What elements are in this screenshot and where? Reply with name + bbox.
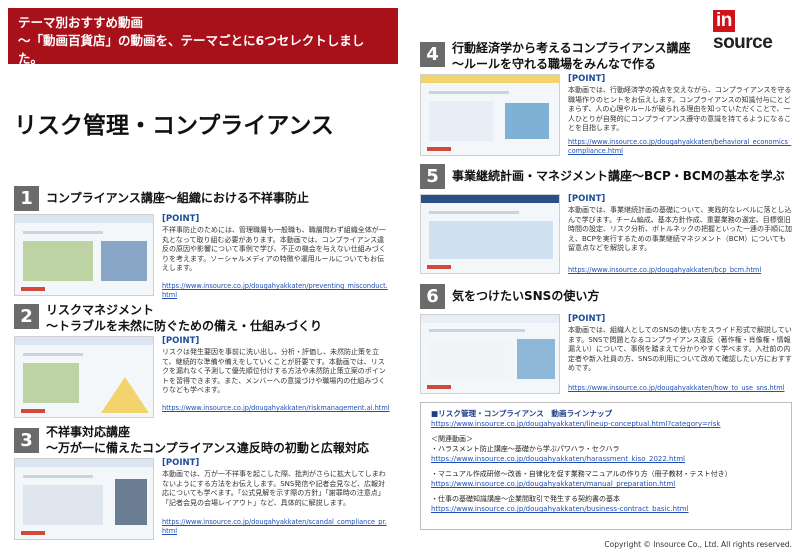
video-thumbnail-2[interactable] [14,336,154,418]
lineup-box: ■リスク管理・コンプライアンス 動画ラインナップ https://www.ins… [420,402,792,530]
section-title-2-line-2: ～トラブルを未然に防ぐための備え・仕組みづくり [46,319,323,333]
video-thumbnail-6[interactable] [420,314,560,394]
section-desc-4: 本動画では、行動経済学の視点を交えながら、コンプライアンスを守る職場作りのヒント… [568,86,792,132]
section-link-4[interactable]: https://www.insource.co.jp/dougahyakkate… [568,138,792,156]
page-title: リスク管理・コンプライアンス [14,112,404,148]
section-desc-2: リスクは発生要因を事前に洗い出し、分析・評価し、未然防止策を立て、継続的な準備や… [162,348,386,394]
page-title-text: リスク管理・コンプライアンス [14,113,334,139]
section-desc-3: 本動画では、万が一不祥事を起こした際、批判がさらに拡大してしまわないようにする方… [162,470,386,507]
section-title-5: 事業継続計画・マネジメント講座～BCP・BCMの基本を学ぶ [452,169,785,183]
point-label-2: [POINT] [162,336,200,346]
section-title-3-line-1: 不祥事対応講座 [46,425,131,439]
section-number-1: 1 [14,186,39,211]
section-title-4-line-2: ～ルールを守れる職場をみんなで作る [452,57,657,71]
header-line-2: ～「動画百貨店」の動画を、テーマごとに6つセレクトしました。 [18,33,365,66]
point-label-6: [POINT] [568,314,606,324]
section-desc-5: 本動画では、事業継続計画の基礎について、実践的なレベルに落とし込んで学びます。チ… [568,206,792,252]
video-thumbnail-3[interactable] [14,458,154,540]
point-label-1: [POINT] [162,214,200,224]
lineup-heading-link[interactable]: https://www.insource.co.jp/dougahyakkate… [431,419,781,429]
section-title-4-line-1: 行動経済学から考えるコンプライアンス講座 [452,41,691,55]
section-number-3: 3 [14,428,39,453]
related-item-2-label: ・マニュアル作成研修～改善・自律化を促す業務マニュアルの作り方（冊子教材・テスト… [431,470,732,478]
point-label-3: [POINT] [162,458,200,468]
related-label: ＜関連動画＞ [431,435,473,443]
header-line-1: テーマ別おすすめ動画 [18,15,144,30]
related-item-3-link[interactable]: https://www.insource.co.jp/dougahyakkate… [431,504,781,514]
video-thumbnail-4[interactable] [420,74,560,156]
logo-prefix: in [713,10,735,32]
section-number-2: 2 [14,304,39,329]
point-label-4: [POINT] [568,74,606,84]
video-thumbnail-1[interactable] [14,214,154,296]
header-banner: テーマ別おすすめ動画 ～「動画百貨店」の動画を、テーマごとに6つセレクトしました… [8,8,398,66]
insource-logo: insource [713,10,791,53]
title-highlight [14,138,404,148]
section-link-1[interactable]: https://www.insource.co.jp/dougahyakkate… [162,282,390,300]
section-number-5: 5 [420,164,445,189]
section-link-2[interactable]: https://www.insource.co.jp/dougahyakkate… [162,404,390,413]
section-desc-6: 本動画では、組織人としてのSNSの使い方をスライド形式で解説しています。SNSで… [568,326,792,372]
lineup-heading: ■リスク管理・コンプライアンス 動画ラインナップ [431,409,613,418]
section-number-6: 6 [420,284,445,309]
related-item-1-label: ・ハラスメント防止講座～基礎から学ぶパワハラ・セクハラ [431,445,620,453]
related-item-3-label: ・仕事の基礎知識講座～企業間取引で発生する契約書の基本 [431,495,620,503]
related-item-1-link[interactable]: https://www.insource.co.jp/dougahyakkate… [431,454,781,464]
point-label-5: [POINT] [568,194,606,204]
section-title-6: 気をつけたいSNSの使い方 [452,289,600,303]
copyright: Copyright © Insource Co., Ltd. All right… [604,540,792,549]
logo-suffix: source [713,32,773,53]
section-title-3-line-2: ～万が一に備えたコンプライアンス違反時の初動と広報対応 [46,441,369,455]
video-thumbnail-5[interactable] [420,194,560,274]
section-link-3[interactable]: https://www.insource.co.jp/dougahyakkate… [162,518,390,536]
section-title-2-line-1: リスクマネジメント [46,303,155,317]
section-link-6[interactable]: https://www.insource.co.jp/dougahyakkate… [568,384,792,393]
section-link-5[interactable]: https://www.insource.co.jp/dougahyakkate… [568,266,792,275]
related-item-2-link[interactable]: https://www.insource.co.jp/dougahyakkate… [431,479,781,489]
section-number-4: 4 [420,42,445,67]
section-desc-1: 不祥事防止のためには、管理職層も一般職も、職層問わず組織全体が一丸となって取り組… [162,226,386,272]
section-title-1: コンプライアンス講座～組織における不祥事防止 [46,191,309,205]
